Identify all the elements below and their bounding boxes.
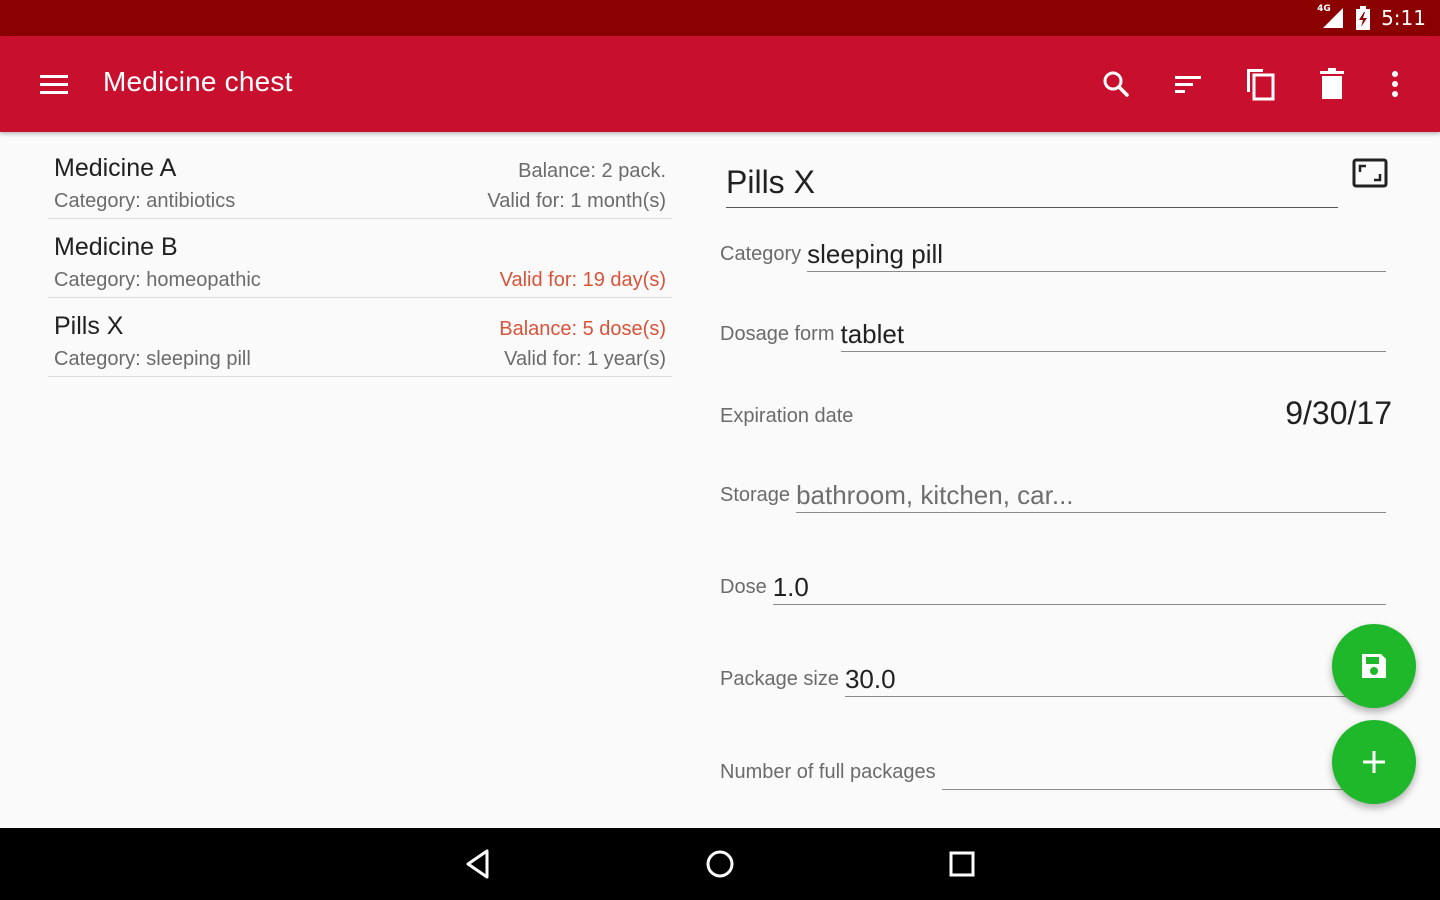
status-icons: 4G 5:11 (1317, 0, 1426, 36)
medicine-balance: Balance: 5 dose(s) (499, 318, 666, 340)
signal-icon: 4G (1317, 4, 1345, 30)
dosage-form-row: Dosage form tablet (720, 316, 1386, 352)
medicine-category: Category: homeopathic (54, 269, 261, 291)
category-label: Category (720, 243, 802, 265)
medicine-validity: Valid for: 19 day(s) (499, 269, 666, 291)
storage-row: Storage bathroom, kitchen, car... (720, 477, 1386, 513)
full-packages-label: Number of full packages (720, 761, 936, 783)
expand-icon[interactable] (1352, 158, 1394, 196)
expiration-row: Expiration date 9/30/17 (720, 395, 1392, 435)
storage-input[interactable]: bathroom, kitchen, car... (796, 477, 1386, 513)
medicine-list-item[interactable]: Medicine B Category: homeopathic Valid f… (48, 219, 672, 298)
app-bar: Medicine chest (0, 36, 1440, 132)
category-row: Category sleeping pill (720, 236, 1386, 272)
medicine-list: Medicine A Category: antibiotics Balance… (48, 140, 672, 377)
category-input[interactable]: sleeping pill (807, 236, 1386, 272)
dosage-form-label: Dosage form (720, 323, 835, 345)
add-icon (1363, 751, 1385, 773)
medicine-detail: Pills X Category sleeping pill Dosage fo… (720, 140, 1410, 828)
storage-label: Storage (720, 484, 791, 506)
copy-icon[interactable] (1236, 60, 1284, 108)
dose-input[interactable]: 1.0 (772, 569, 1386, 605)
full-packages-input[interactable] (941, 754, 1350, 790)
save-button[interactable] (1332, 624, 1416, 708)
home-icon[interactable] (696, 840, 744, 888)
medicine-name: Medicine A (54, 154, 177, 182)
status-bar: 4G 5:11 (0, 0, 1440, 36)
medicine-name: Pills X (54, 312, 124, 340)
medicine-name: Medicine B (54, 233, 178, 261)
medicine-list-item[interactable]: Pills X Category: sleeping pill Balance:… (48, 298, 672, 377)
expiration-label: Expiration date (720, 405, 854, 427)
medicine-validity: Valid for: 1 year(s) (504, 348, 666, 370)
package-size-input[interactable]: 30.0 (844, 661, 1350, 697)
package-size-label: Package size (720, 668, 839, 690)
full-packages-row: Number of full packages (720, 754, 1350, 790)
medicine-category: Category: sleeping pill (54, 348, 251, 370)
dose-row: Dose 1.0 (720, 569, 1386, 605)
recents-icon[interactable] (938, 840, 986, 888)
status-time: 5:11 (1381, 6, 1426, 30)
medicine-name-input[interactable]: Pills X (726, 160, 1338, 208)
battery-icon (1356, 6, 1371, 30)
system-nav-bar (0, 828, 1440, 900)
more-vert-icon[interactable] (1371, 60, 1419, 108)
medicine-balance: Balance: 2 pack. (518, 160, 666, 182)
app-title: Medicine chest (103, 66, 293, 97)
search-icon[interactable] (1092, 60, 1140, 108)
save-icon (1362, 654, 1386, 678)
sort-icon[interactable] (1164, 60, 1212, 108)
delete-icon[interactable] (1308, 60, 1356, 108)
package-size-row: Package size 30.0 (720, 661, 1350, 697)
medicine-category: Category: antibiotics (54, 190, 236, 212)
dosage-form-input[interactable]: tablet (840, 316, 1386, 352)
medicine-validity: Valid for: 1 month(s) (487, 190, 666, 212)
back-icon[interactable] (454, 840, 502, 888)
dose-label: Dose (720, 576, 767, 598)
medicine-list-item[interactable]: Medicine A Category: antibiotics Balance… (48, 140, 672, 219)
expiration-date-picker[interactable]: 9/30/17 (1285, 395, 1392, 432)
menu-icon[interactable] (30, 66, 78, 102)
add-button[interactable] (1332, 720, 1416, 804)
